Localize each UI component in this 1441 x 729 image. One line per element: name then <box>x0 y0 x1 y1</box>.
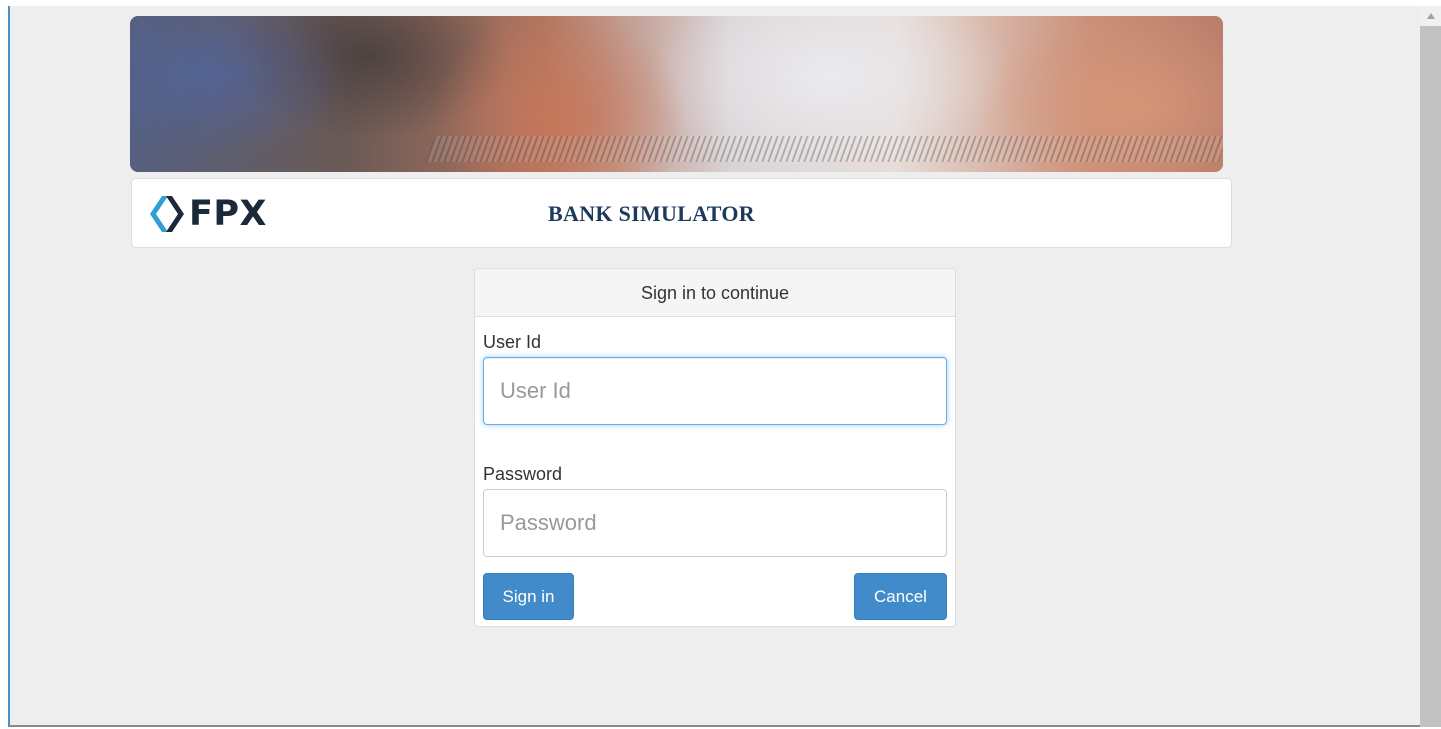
user-id-label: User Id <box>483 332 542 352</box>
login-form: User Id Password Sign in Cancel <box>475 317 955 621</box>
banner-image <box>130 16 1223 172</box>
page-title: BANK SIMULATOR <box>548 201 755 226</box>
triangle-up-icon <box>1426 13 1435 19</box>
banner-coin-ridge <box>425 136 1223 162</box>
header-bar: FPX BANK SIMULATOR <box>131 178 1232 248</box>
login-heading: Sign in to continue <box>475 269 955 317</box>
scroll-up-button[interactable] <box>1420 6 1441 26</box>
password-label: Password <box>483 464 563 484</box>
login-panel: Sign in to continue User Id Password Sig… <box>474 268 956 627</box>
vertical-scrollbar[interactable] <box>1420 6 1441 727</box>
browser-viewport: FPX BANK SIMULATOR Sign in to continue U… <box>8 6 1420 727</box>
password-input[interactable] <box>483 489 947 557</box>
cancel-button[interactable]: Cancel <box>854 573 947 620</box>
scroll-thumb[interactable] <box>1420 26 1441 727</box>
user-id-input[interactable] <box>483 357 947 425</box>
sign-in-button[interactable]: Sign in <box>483 573 574 620</box>
button-row: Sign in Cancel <box>483 573 947 621</box>
